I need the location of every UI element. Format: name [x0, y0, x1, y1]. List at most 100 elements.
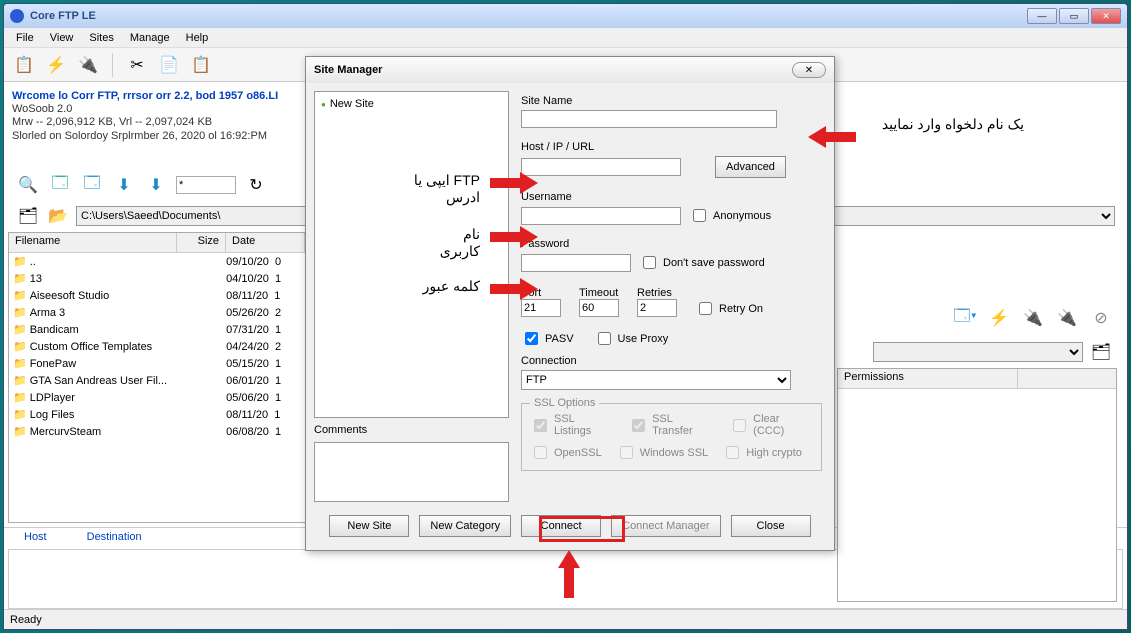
- ssl-transfer-checkbox: [632, 419, 645, 432]
- menu-file[interactable]: File: [8, 30, 42, 46]
- new-site-button[interactable]: New Site: [329, 515, 409, 537]
- site-name-label: Site Name: [521, 95, 822, 107]
- window-title: Core FTP LE: [30, 10, 1027, 22]
- folder-icon: [13, 340, 27, 353]
- new-category-button[interactable]: New Category: [419, 515, 511, 537]
- tree-icon[interactable]: 🗂: [16, 204, 40, 228]
- col-date[interactable]: Date: [226, 233, 305, 252]
- file-row[interactable]: Arma 305/26/20 2: [9, 304, 305, 321]
- tab-host[interactable]: Host: [4, 528, 67, 549]
- timeout-label: Timeout: [579, 287, 619, 299]
- r-connect-icon[interactable]: 🔌: [1021, 306, 1045, 330]
- col-permissions[interactable]: Permissions: [838, 369, 1018, 388]
- minimize-button[interactable]: —: [1027, 8, 1057, 24]
- pasv-checkbox[interactable]: [525, 332, 538, 345]
- retries-label: Retries: [637, 287, 677, 299]
- copy-icon[interactable]: 📄: [157, 53, 181, 77]
- file-row[interactable]: Custom Office Templates04/24/20 2: [9, 338, 305, 355]
- refresh-icon[interactable]: ↻: [244, 173, 268, 197]
- menubar: File View Sites Manage Help: [4, 28, 1127, 48]
- file-row[interactable]: ..09/10/20 0: [9, 253, 305, 270]
- file-row[interactable]: Bandicam07/31/20 1: [9, 321, 305, 338]
- site-manager-dialog: Site Manager ✕ New Site Comments Site Na…: [305, 56, 835, 551]
- remote-path-select[interactable]: [873, 342, 1083, 362]
- retries-input[interactable]: [637, 299, 677, 317]
- username-label: Username: [521, 191, 822, 203]
- ssl-openssl-checkbox: [534, 446, 547, 459]
- dialog-close-icon[interactable]: ✕: [792, 62, 826, 78]
- file-row[interactable]: 1304/10/20 1: [9, 270, 305, 287]
- paste-icon[interactable]: 📋: [189, 53, 213, 77]
- r-remove-icon[interactable]: ⊘: [1089, 306, 1113, 330]
- download2-icon[interactable]: ⬇: [144, 173, 168, 197]
- r-tree-icon[interactable]: 🗂: [1089, 340, 1113, 364]
- site-name-input[interactable]: [521, 110, 777, 128]
- r-refresh-list-icon[interactable]: 🗔▾: [953, 306, 977, 330]
- ssl-winssl-checkbox: [620, 446, 633, 459]
- download-icon[interactable]: ⬇: [112, 173, 136, 197]
- up-icon[interactable]: 📂: [46, 204, 70, 228]
- file-row[interactable]: Aiseesoft Studio08/11/20 1: [9, 287, 305, 304]
- folder-icon: [13, 425, 27, 438]
- timeout-input[interactable]: [579, 299, 619, 317]
- filter-input[interactable]: [176, 176, 236, 194]
- menu-manage[interactable]: Manage: [122, 30, 178, 46]
- tab-destination[interactable]: Destination: [67, 528, 162, 549]
- file-row[interactable]: FonePaw05/15/20 1: [9, 355, 305, 372]
- view-icon[interactable]: 🗔: [80, 173, 104, 197]
- menu-view[interactable]: View: [42, 30, 82, 46]
- site-tree[interactable]: New Site: [314, 91, 509, 418]
- close-dialog-button[interactable]: Close: [731, 515, 811, 537]
- search-icon[interactable]: 🔍: [16, 173, 40, 197]
- dont-save-password-checkbox[interactable]: [643, 256, 656, 269]
- quick-connect-icon[interactable]: ⚡: [44, 53, 68, 77]
- username-input[interactable]: [521, 207, 681, 225]
- menu-help[interactable]: Help: [178, 30, 217, 46]
- file-row[interactable]: MercurvSteam06/08/20 1: [9, 423, 305, 440]
- advanced-button[interactable]: Advanced: [715, 156, 786, 178]
- folder-icon: [13, 255, 27, 268]
- ssl-options-legend: SSL Options: [530, 397, 599, 409]
- use-proxy-checkbox[interactable]: [598, 332, 611, 345]
- refresh-list-icon[interactable]: 🗔: [48, 173, 72, 197]
- comments-label: Comments: [314, 424, 509, 436]
- password-label: Password: [521, 238, 822, 250]
- comments-input[interactable]: [314, 442, 509, 502]
- folder-icon: [13, 289, 27, 302]
- folder-icon: [13, 357, 27, 370]
- site-manager-icon[interactable]: 📋: [12, 53, 36, 77]
- file-row[interactable]: Log Files08/11/20 1: [9, 406, 305, 423]
- menu-sites[interactable]: Sites: [81, 30, 121, 46]
- connect-button[interactable]: Connect: [521, 515, 601, 537]
- local-file-list[interactable]: Filename Size Date ..09/10/20 01304/10/2…: [8, 232, 306, 523]
- reconnect-icon[interactable]: 🔌: [76, 53, 100, 77]
- status-text: Ready: [10, 614, 42, 626]
- r-connect2-icon[interactable]: 🔌: [1055, 306, 1079, 330]
- tree-node-new-site: New Site: [321, 98, 502, 110]
- folder-icon: [13, 306, 27, 319]
- connection-select[interactable]: FTP: [521, 370, 791, 390]
- port-input[interactable]: [521, 299, 561, 317]
- close-button[interactable]: ✕: [1091, 8, 1121, 24]
- dialog-title: Site Manager: [314, 64, 792, 76]
- anonymous-checkbox[interactable]: [693, 209, 706, 222]
- host-label: Host / IP / URL: [521, 141, 822, 153]
- folder-icon: [13, 374, 27, 387]
- ssl-clear-checkbox: [733, 419, 746, 432]
- connection-label: Connection: [521, 355, 822, 367]
- file-row[interactable]: LDPlayer05/06/20 1: [9, 389, 305, 406]
- col-filename[interactable]: Filename: [9, 233, 177, 252]
- retry-on-checkbox[interactable]: [699, 302, 712, 315]
- folder-icon: [13, 272, 27, 285]
- cut-icon[interactable]: ✂: [125, 53, 149, 77]
- host-input[interactable]: [521, 158, 681, 176]
- remote-file-list[interactable]: Permissions: [837, 368, 1117, 602]
- folder-icon: [13, 408, 27, 421]
- col-size[interactable]: Size: [177, 233, 226, 252]
- r-quick-icon[interactable]: ⚡: [987, 306, 1011, 330]
- maximize-button[interactable]: ▭: [1059, 8, 1089, 24]
- password-input[interactable]: [521, 254, 631, 272]
- file-row[interactable]: GTA San Andreas User Fil...06/01/20 1: [9, 372, 305, 389]
- app-icon: [10, 9, 24, 23]
- connect-manager-button: Connect Manager: [611, 515, 720, 537]
